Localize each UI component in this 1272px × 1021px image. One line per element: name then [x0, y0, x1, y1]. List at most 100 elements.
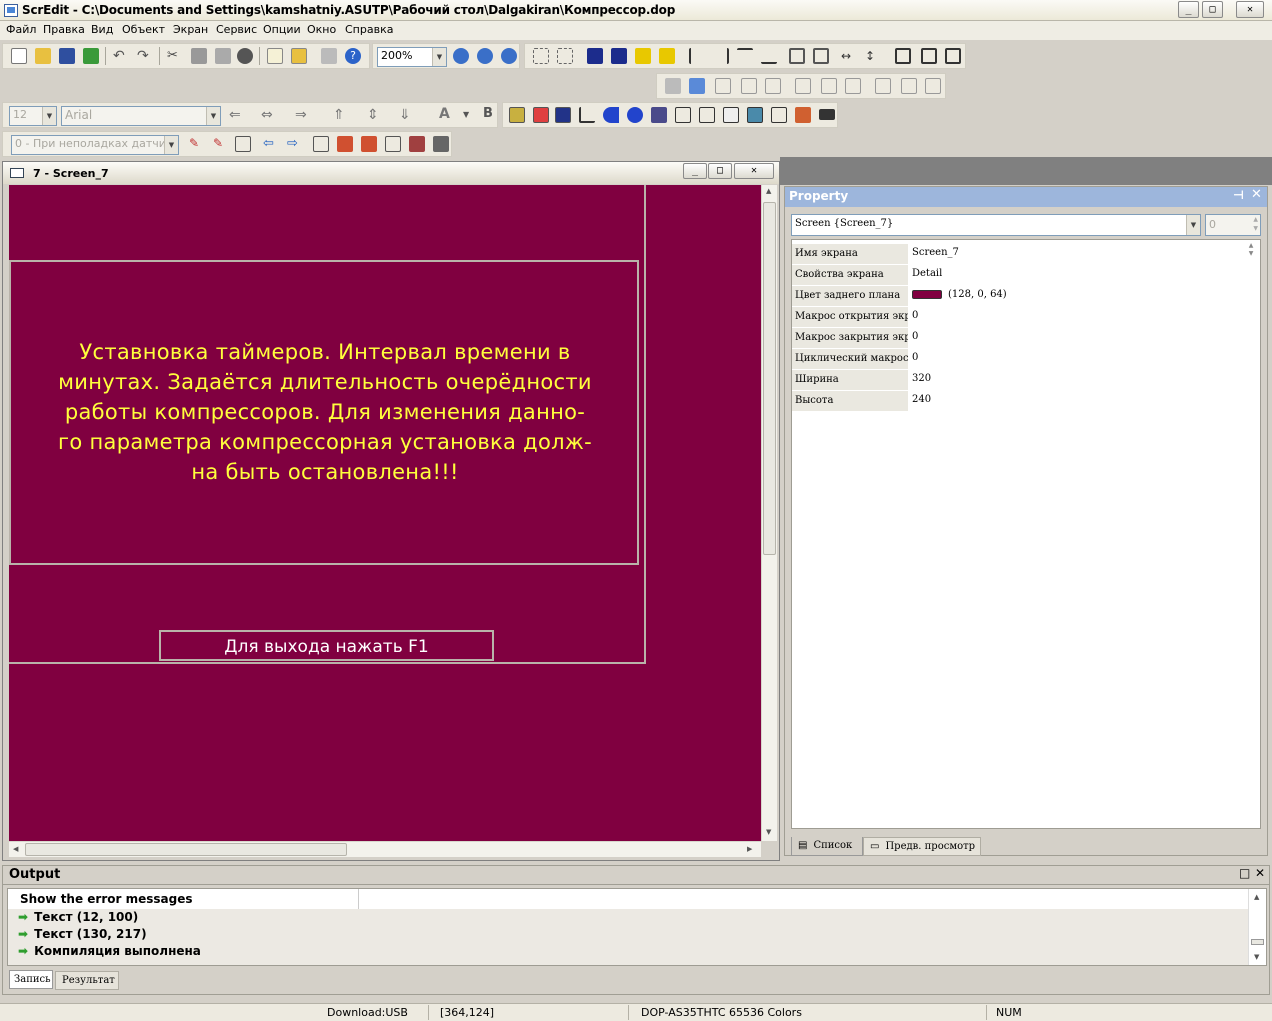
property-value[interactable]: (128, 0, 64)	[948, 286, 1007, 303]
bold-icon[interactable]: B	[483, 107, 499, 123]
exit-hint[interactable]: Для выхода нажать F1	[159, 630, 494, 661]
state-prev-icon[interactable]: ✎	[189, 136, 205, 152]
move-icon[interactable]	[741, 78, 757, 94]
vertical-scroll-thumb[interactable]	[763, 202, 776, 555]
state-next-icon[interactable]: ✎	[213, 136, 229, 152]
same-width-icon[interactable]	[895, 48, 911, 64]
zoom-in-icon[interactable]	[453, 48, 469, 64]
chevron-down-icon[interactable]: ▼	[432, 48, 446, 66]
column-divider[interactable]	[358, 889, 359, 909]
horizontal-scrollbar[interactable]: ◀ ▶	[9, 841, 761, 857]
align-top-text-icon[interactable]: ⇑	[333, 108, 349, 124]
property-row[interactable]: Цвет заднего плана (128, 0, 64)	[792, 286, 1262, 307]
property-row[interactable]: Свойства экрана Detail	[792, 265, 1262, 286]
scroll-right-icon[interactable]: ▶	[747, 845, 752, 853]
property-value[interactable]: 0	[912, 349, 918, 366]
menu-object[interactable]: Объект	[122, 23, 165, 36]
pen-icon[interactable]	[665, 78, 681, 94]
child-minimize-button[interactable]: _	[683, 163, 707, 179]
align-top-icon[interactable]	[737, 48, 753, 64]
group-icon[interactable]	[533, 48, 549, 64]
table-object-icon[interactable]	[771, 107, 787, 123]
output-line[interactable]: ➡ Текст (130, 217)	[18, 927, 147, 941]
grid-scroll-icon[interactable]: ▲ ▼	[1244, 242, 1258, 260]
property-row[interactable]: Макрос закрытия экр 0	[792, 328, 1262, 349]
property-row[interactable]: Циклический макрос : 0	[792, 349, 1262, 370]
screen-canvas[interactable]: Уставновка таймеров. Интервал времени в …	[9, 185, 761, 841]
tab-record[interactable]: Запись	[9, 970, 53, 989]
save-icon[interactable]	[59, 48, 75, 64]
button-object-icon[interactable]	[509, 107, 525, 123]
bar-object-icon[interactable]	[555, 107, 571, 123]
zoom-fit-icon[interactable]	[501, 48, 517, 64]
circle-object-icon[interactable]	[627, 107, 643, 123]
space-v-icon[interactable]: ↕	[865, 49, 881, 65]
scroll-down-icon[interactable]: ▼	[1254, 953, 1259, 961]
state-copy-icon[interactable]	[235, 136, 251, 152]
bring-front-icon[interactable]	[587, 48, 603, 64]
pos-left-icon[interactable]	[795, 78, 811, 94]
space-h-icon[interactable]: ↔	[841, 49, 857, 65]
close-icon[interactable]: ✕	[1255, 866, 1265, 880]
child-maximize-button[interactable]: □	[708, 163, 732, 179]
new-screen-icon[interactable]	[267, 48, 283, 64]
state-combo[interactable]: 0 - При неполадках датчи ▼	[11, 135, 179, 155]
center-h-icon[interactable]	[789, 48, 805, 64]
chevron-down-icon[interactable]: ▼	[164, 136, 178, 154]
menu-file[interactable]: Файл	[6, 23, 36, 36]
font-color-icon[interactable]: A	[439, 107, 455, 123]
forward-icon[interactable]	[635, 48, 651, 64]
meter-object-icon[interactable]	[533, 107, 549, 123]
same-size-icon[interactable]	[945, 48, 961, 64]
display-object-icon[interactable]	[699, 107, 715, 123]
upload-icon[interactable]	[361, 136, 377, 152]
menu-service[interactable]: Сервис	[216, 23, 257, 36]
tab-preview[interactable]: ▭ Предв. просмотр	[863, 837, 981, 856]
font-name-combo[interactable]: Arial ▼	[61, 106, 221, 126]
pin-icon[interactable]: ⊣	[1233, 188, 1244, 202]
pos-center-icon[interactable]	[821, 78, 837, 94]
property-value[interactable]: Detail	[912, 265, 942, 282]
maximize-button[interactable]: □	[1202, 1, 1223, 18]
send-back-icon[interactable]	[611, 48, 627, 64]
property-value[interactable]: Screen_7	[912, 244, 959, 261]
chevron-down-icon[interactable]: ▼	[42, 107, 56, 125]
output-scrollbar[interactable]: ▲ ▼	[1248, 889, 1266, 965]
new-file-icon[interactable]	[11, 48, 27, 64]
pos-bottom-icon[interactable]	[925, 78, 941, 94]
pattern-object-icon[interactable]	[651, 107, 667, 123]
stepper-arrows-icon[interactable]: ▲ ▼	[1253, 215, 1258, 233]
keypad-object-icon[interactable]	[819, 109, 835, 120]
paste-icon[interactable]	[215, 48, 231, 64]
simulate-icon[interactable]	[409, 136, 425, 152]
property-row[interactable]: Высота 240	[792, 391, 1262, 412]
pos-top-icon[interactable]	[875, 78, 891, 94]
zoom-out-icon[interactable]	[477, 48, 493, 64]
input-object-icon[interactable]	[675, 107, 691, 123]
ungroup-icon[interactable]	[557, 48, 573, 64]
align-bottom-text-icon[interactable]: ⇓	[399, 108, 415, 124]
backward-icon[interactable]	[659, 48, 675, 64]
picture-object-icon[interactable]	[747, 107, 763, 123]
output-line[interactable]: ➡ Текст (12, 100)	[18, 910, 138, 924]
arrow-right-icon[interactable]: ⇨	[287, 137, 303, 153]
output-line[interactable]: ➡ Компиляция выполнена	[18, 944, 201, 958]
align-right-icon[interactable]	[713, 48, 729, 64]
scroll-left-icon[interactable]: ◀	[13, 845, 18, 853]
object-selector[interactable]: Screen {Screen_7} ▼	[791, 214, 1201, 236]
zoom-combo[interactable]: 200% ▼	[377, 47, 447, 67]
scroll-up-icon[interactable]: ▲	[1254, 893, 1259, 901]
property-row[interactable]: Имя экрана Screen_7	[792, 244, 1262, 265]
close-button[interactable]: ✕	[1236, 1, 1264, 18]
align-middle-text-icon[interactable]: ⇕	[367, 108, 383, 124]
minimize-button[interactable]: _	[1178, 1, 1199, 18]
property-value[interactable]: 240	[912, 391, 931, 408]
child-close-button[interactable]: ✕	[734, 163, 774, 179]
align-center-text-icon[interactable]: ⇔	[261, 108, 277, 124]
menu-edit[interactable]: Правка	[43, 23, 85, 36]
output-scroll-thumb[interactable]	[1251, 939, 1264, 945]
font-size-combo[interactable]: 12 ▼	[9, 106, 57, 126]
alarm-object-icon[interactable]	[795, 107, 811, 123]
stop-icon[interactable]	[433, 136, 449, 152]
info-message[interactable]: Уставновка таймеров. Интервал времени в …	[15, 337, 635, 487]
